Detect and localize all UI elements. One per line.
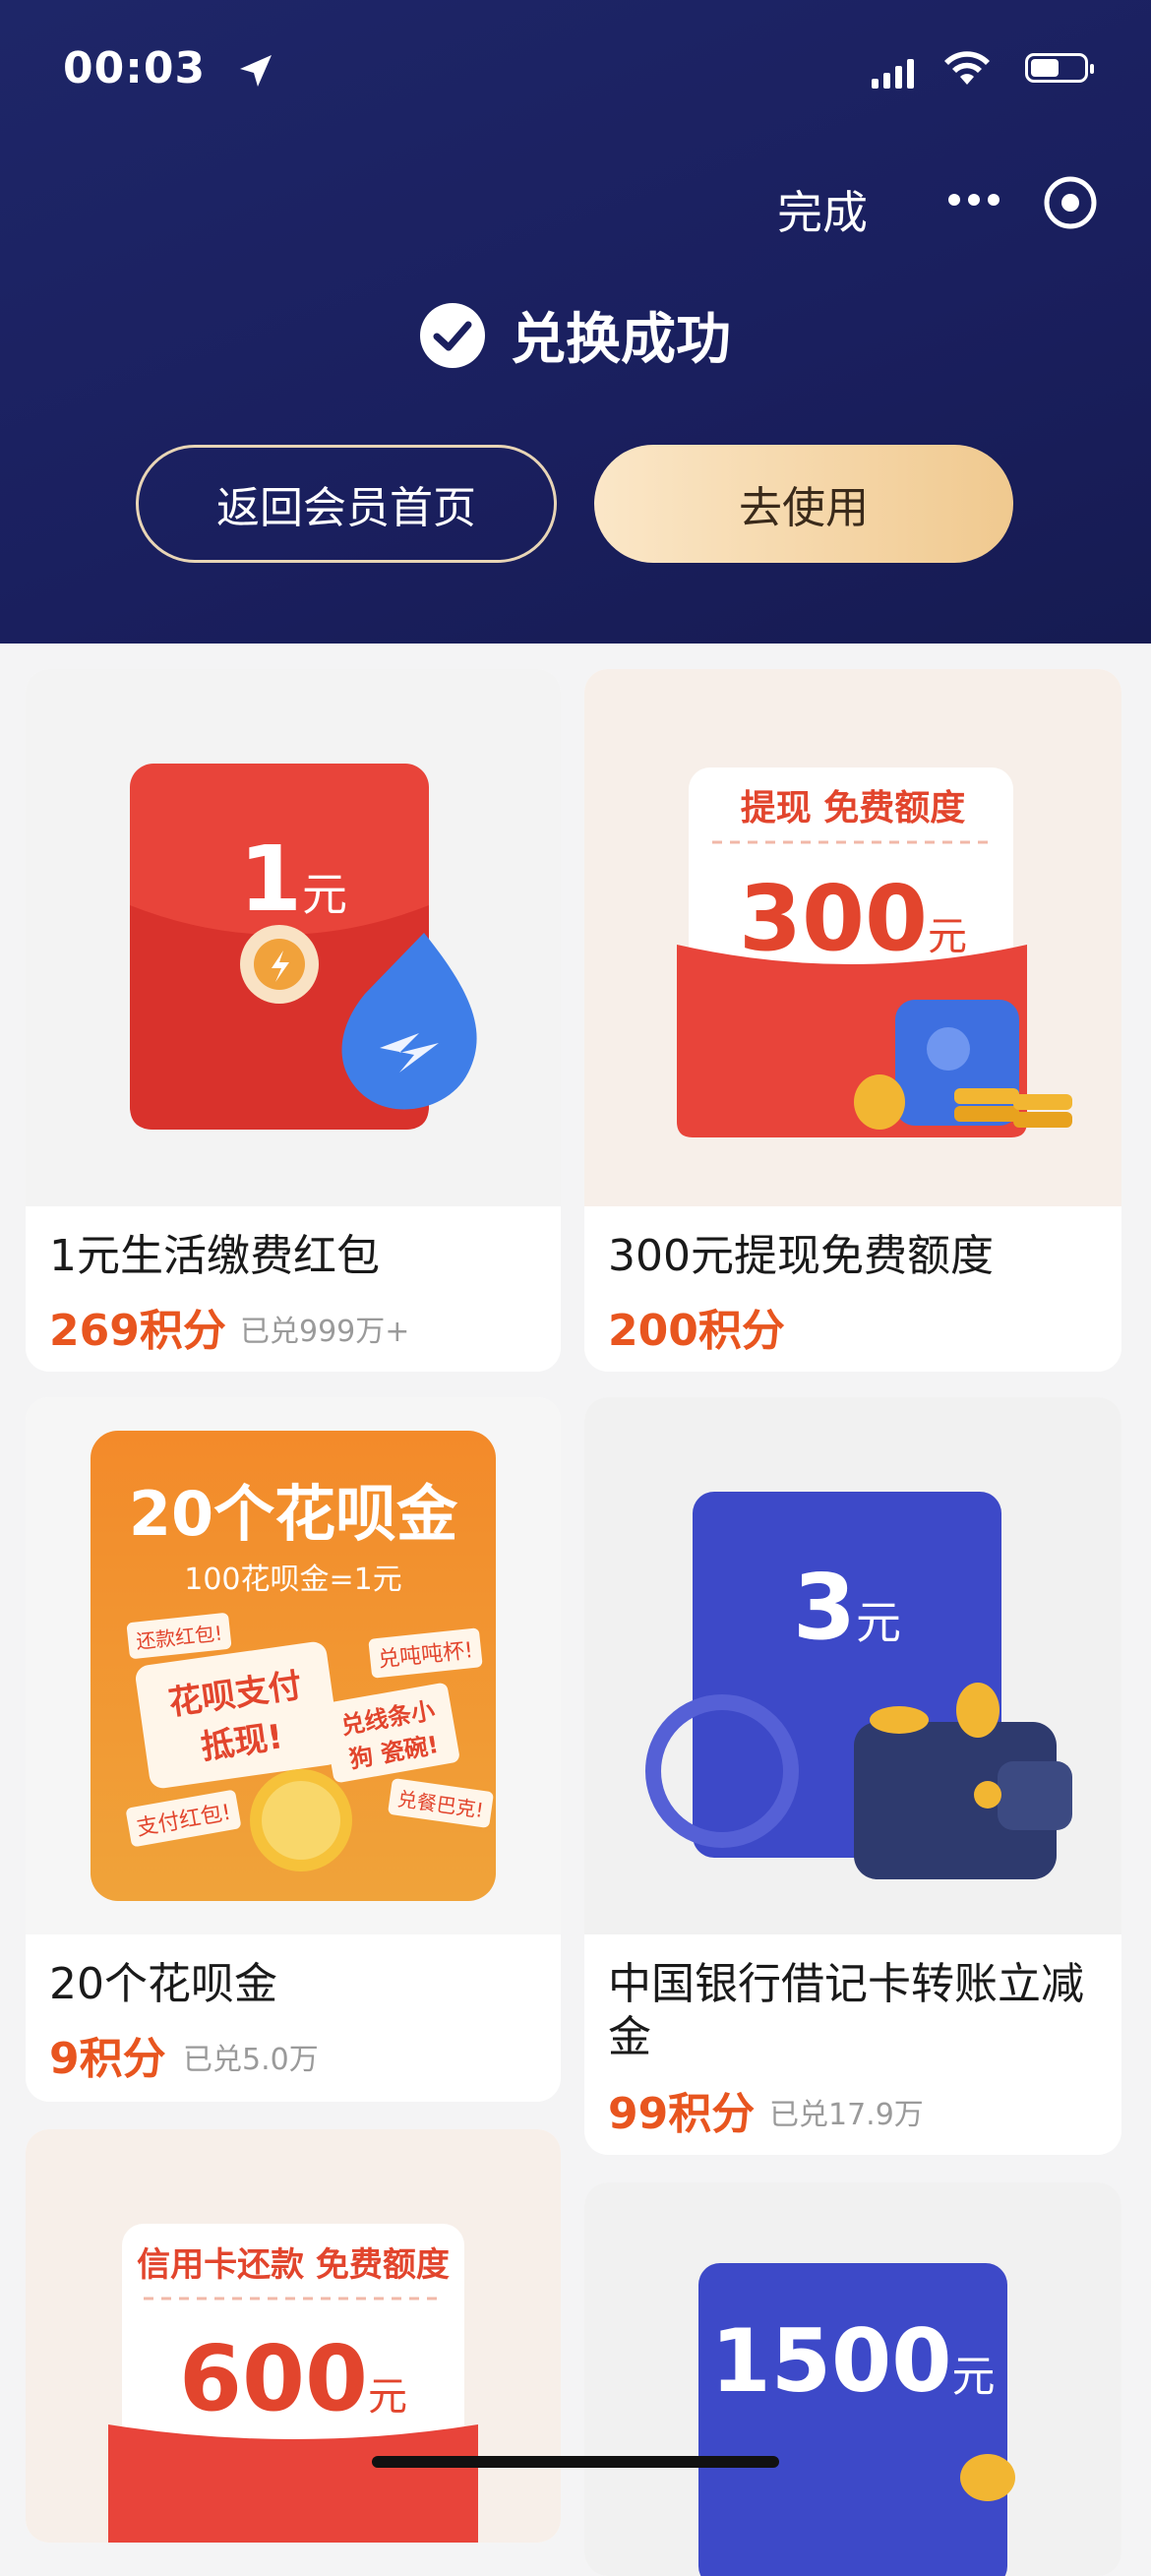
product-sold-count: 已兑5.0万 xyxy=(183,2043,319,2077)
image-title: 20个花呗金 xyxy=(128,1478,458,1550)
image-amount: 1 xyxy=(238,827,302,932)
success-title: 兑换成功 xyxy=(511,308,731,372)
red-envelope-icon xyxy=(130,764,477,1130)
product-sold-count: 已兑999万+ xyxy=(240,1315,410,1349)
product-title: 20个花呗金 xyxy=(49,1959,277,2009)
header: 00:03 完成 兑换成功 返回会员首页 去使用 xyxy=(0,0,1151,644)
product-image: 3元 xyxy=(584,1397,1121,1934)
close-miniprogram-icon[interactable] xyxy=(1043,175,1098,230)
go-use-button[interactable]: 去使用 xyxy=(594,445,1013,563)
home-indicator xyxy=(372,2456,779,2468)
product-image: 提现 免费额度 300元 xyxy=(584,669,1121,1206)
wifi-icon xyxy=(944,51,990,85)
image-unit: 元 xyxy=(856,1596,901,1649)
product-sold-count: 已兑17.9万 xyxy=(769,2098,924,2132)
image-label: 信用卡还款 免费额度 xyxy=(137,2245,450,2285)
product-card[interactable]: 1500元 xyxy=(584,2182,1121,2576)
product-image: 20个花呗金 100花呗金=1元 花呗支付 抵现! 还款红包! 兑吨吨杯! 兑线… xyxy=(26,1397,561,1934)
product-points: 200积分 xyxy=(608,1306,785,1356)
product-card[interactable]: 20个花呗金 100花呗金=1元 花呗支付 抵现! 还款红包! 兑吨吨杯! 兑线… xyxy=(26,1397,561,2102)
product-image: 信用卡还款 免费额度 600元 xyxy=(26,2129,561,2543)
product-card[interactable]: 提现 免费额度 300元 300元提现免费额度 200积分 xyxy=(584,669,1121,1372)
image-subtitle: 100花呗金=1元 xyxy=(184,1563,402,1597)
more-icon[interactable] xyxy=(944,175,1003,224)
coin-icon xyxy=(250,1769,352,1871)
check-circle-icon xyxy=(420,302,485,368)
product-points: 269积分 xyxy=(49,1306,226,1356)
done-button[interactable]: 完成 xyxy=(777,177,868,242)
boc-card-icon xyxy=(645,1492,1072,1879)
status-time: 00:03 xyxy=(63,43,207,93)
success-message: 兑换成功 xyxy=(0,295,1151,375)
product-points: 99积分 xyxy=(608,2089,756,2139)
image-amount: 1500 xyxy=(710,2310,952,2412)
product-points: 9积分 xyxy=(49,2034,166,2084)
product-card[interactable]: 信用卡还款 免费额度 600元 xyxy=(26,2129,561,2543)
product-title: 中国银行借记卡转账立减金 xyxy=(608,1959,1084,2062)
image-unit: 元 xyxy=(951,2352,996,2402)
status-bar: 00:03 xyxy=(63,43,1094,102)
battery-icon xyxy=(1025,53,1094,83)
image-amount: 600 xyxy=(178,2326,369,2431)
product-image: 1500元 xyxy=(584,2182,1121,2576)
product-image: 1元 xyxy=(26,669,561,1206)
product-card[interactable]: 3元 中国银行借记卡转账立减金 99积分 已兑17.9万 xyxy=(584,1397,1121,2155)
image-amount: 3 xyxy=(792,1555,856,1660)
image-amount: 300 xyxy=(738,866,929,971)
product-title: 1元生活缴费红包 xyxy=(49,1231,380,1281)
image-label: 提现 免费额度 xyxy=(740,788,966,828)
product-card[interactable]: 1元 1元生活缴费红包 269积分 已兑999万+ xyxy=(26,669,561,1372)
signal-icon xyxy=(872,59,914,89)
image-unit: 元 xyxy=(928,914,968,959)
image-unit: 元 xyxy=(302,868,347,921)
image-unit: 元 xyxy=(368,2374,408,2420)
back-to-member-home-button[interactable]: 返回会员首页 xyxy=(136,445,557,563)
location-arrow-icon xyxy=(240,55,272,87)
product-title: 300元提现免费额度 xyxy=(608,1231,994,1281)
